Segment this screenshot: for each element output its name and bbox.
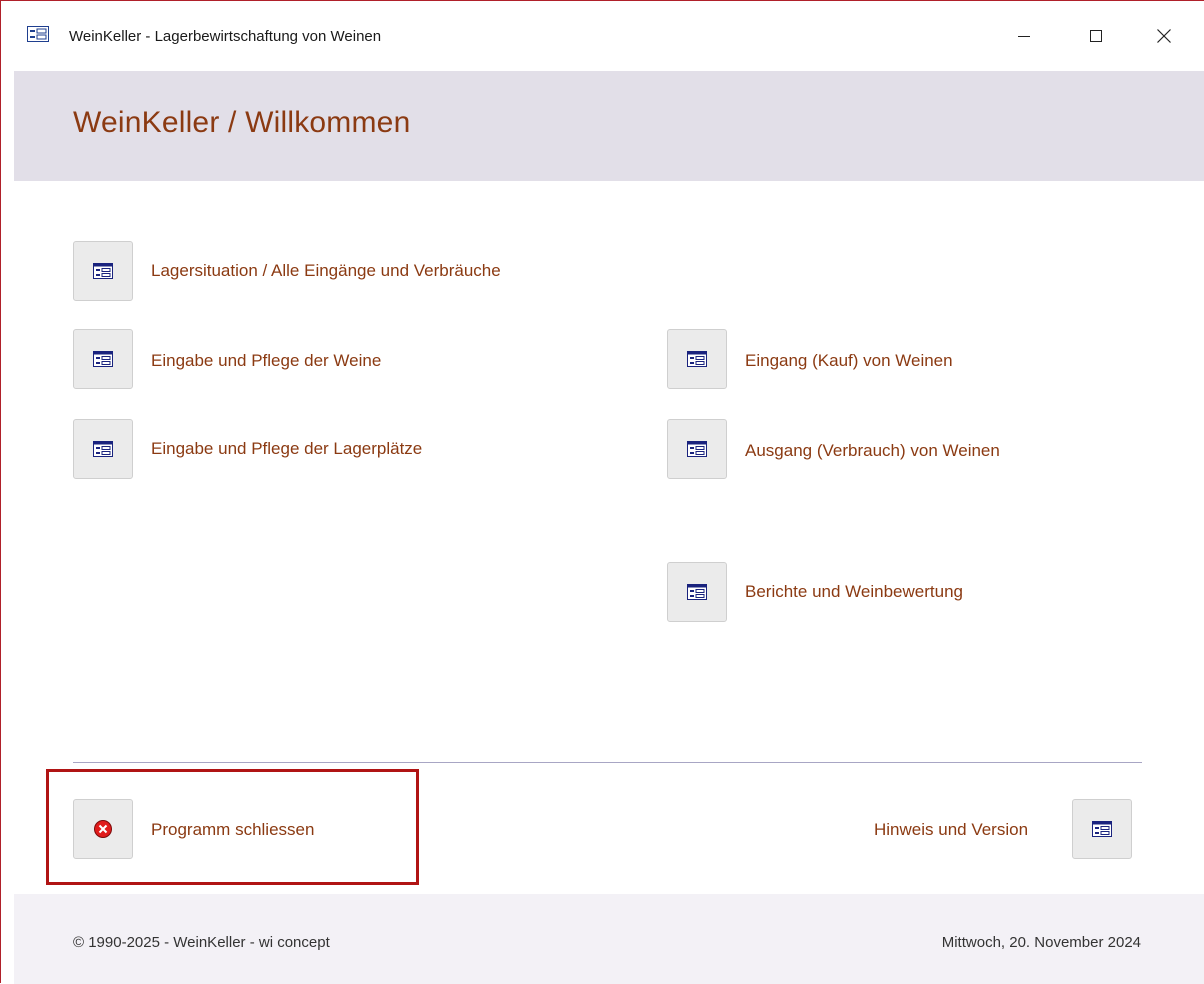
form-icon [687,584,707,600]
weine-label[interactable]: Eingabe und Pflege der Weine [151,351,381,371]
app-form-icon [27,26,49,42]
close-program-button[interactable] [73,799,133,859]
form-icon [93,351,113,367]
maximize-button[interactable] [1073,16,1119,56]
close-icon [1157,29,1171,43]
form-icon [687,351,707,367]
page-title: WeinKeller / Willkommen [73,106,411,139]
info-version-label[interactable]: Hinweis und Version [874,820,1028,840]
info-version-button[interactable] [1072,799,1132,859]
close-circle-icon [94,820,112,838]
copyright-text: © 1990-2025 - WeinKeller - wi concept [73,934,330,951]
lagerplaetze-label[interactable]: Eingabe und Pflege der Lagerplätze [151,439,422,459]
close-program-label[interactable]: Programm schliessen [151,820,314,840]
eingang-label[interactable]: Eingang (Kauf) von Weinen [745,351,953,371]
lagerplaetze-button[interactable] [73,419,133,479]
eingang-button[interactable] [667,329,727,389]
form-footer: © 1990-2025 - WeinKeller - wi concept Mi… [14,894,1204,984]
berichte-label[interactable]: Berichte und Weinbewertung [745,582,963,602]
main-content: Lagersituation / Alle Eingänge und Verbr… [14,181,1204,894]
form-header: WeinKeller / Willkommen [14,71,1204,181]
weine-button[interactable] [73,329,133,389]
form-icon [1092,821,1112,837]
title-bar[interactable]: WeinKeller - Lagerbewirtschaftung von We… [1,1,1204,71]
form-icon [93,441,113,457]
minimize-button[interactable] [1001,16,1047,56]
form-icon [687,441,707,457]
maximize-icon [1090,30,1102,42]
lagersituation-button[interactable] [73,241,133,301]
minimize-icon [1018,36,1030,37]
section-divider [73,762,1142,763]
form-icon [93,263,113,279]
ausgang-button[interactable] [667,419,727,479]
ausgang-label[interactable]: Ausgang (Verbrauch) von Weinen [745,441,1000,461]
app-window: WeinKeller - Lagerbewirtschaftung von We… [0,0,1204,984]
current-date: Mittwoch, 20. November 2024 [941,934,1141,951]
berichte-button[interactable] [667,562,727,622]
lagersituation-label[interactable]: Lagersituation / Alle Eingänge und Verbr… [151,261,501,281]
window-title: WeinKeller - Lagerbewirtschaftung von We… [69,28,382,45]
close-window-button[interactable] [1141,16,1187,56]
